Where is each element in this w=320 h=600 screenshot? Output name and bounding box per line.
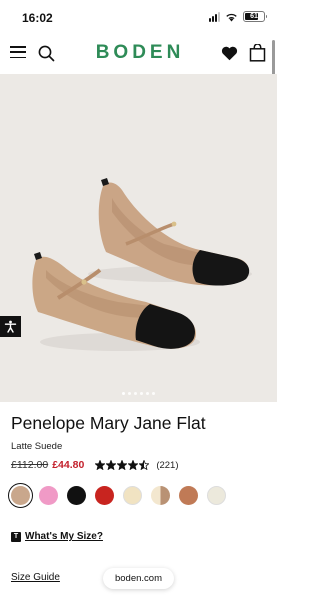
- size-guide-link[interactable]: Size Guide: [11, 572, 60, 583]
- carousel-dot[interactable]: [122, 392, 125, 395]
- carousel-dot[interactable]: [140, 392, 143, 395]
- site-header: BODEN: [0, 36, 277, 74]
- carousel-dot[interactable]: [152, 392, 155, 395]
- price-row: £112.00 £44.80 (221): [11, 459, 179, 471]
- star-icon: [117, 460, 128, 470]
- status-bar: 16:02 61: [0, 0, 277, 36]
- star-icon: [95, 460, 106, 470]
- boden-logo[interactable]: BODEN: [90, 42, 190, 64]
- accessibility-icon: [4, 320, 17, 333]
- star-icon: [106, 460, 117, 470]
- carousel-dot[interactable]: [128, 392, 131, 395]
- sale-price: £44.80: [52, 459, 85, 471]
- colour-swatch[interactable]: [39, 486, 58, 505]
- shoes-illustration: [32, 178, 252, 351]
- carousel-dots[interactable]: [0, 392, 277, 395]
- colour-swatch[interactable]: [95, 486, 114, 505]
- status-time: 16:02: [22, 11, 53, 25]
- colour-swatch[interactable]: [123, 486, 142, 505]
- browser-url-bar[interactable]: boden.com: [103, 568, 174, 589]
- star-icon: [139, 460, 150, 470]
- battery-icon: 61: [243, 11, 267, 22]
- review-count[interactable]: (221): [156, 460, 178, 471]
- menu-icon[interactable]: [10, 46, 26, 60]
- bag-icon[interactable]: [249, 44, 266, 62]
- wifi-icon: [226, 13, 237, 21]
- carousel-dot[interactable]: [146, 392, 149, 395]
- status-icons: 61: [209, 11, 267, 22]
- rating-stars[interactable]: [95, 460, 150, 470]
- colour-swatch[interactable]: [67, 486, 86, 505]
- accessibility-button[interactable]: [0, 316, 21, 337]
- product-title: Penelope Mary Jane Flat: [11, 413, 206, 433]
- battery-level: 61: [250, 13, 258, 20]
- colour-swatch[interactable]: [207, 486, 226, 505]
- search-icon[interactable]: [38, 45, 55, 62]
- product-colour: Latte Suede: [11, 441, 63, 452]
- whats-my-size-link[interactable]: T What's My Size?: [11, 531, 103, 542]
- colour-swatches: [8, 483, 226, 508]
- carousel-dot[interactable]: [134, 392, 137, 395]
- signal-icon: [209, 11, 220, 22]
- colour-swatch[interactable]: [179, 486, 198, 505]
- whats-my-size-label: What's My Size?: [25, 531, 103, 542]
- colour-swatch[interactable]: [151, 486, 170, 505]
- star-icon: [128, 460, 139, 470]
- heart-icon[interactable]: [221, 46, 238, 61]
- product-image[interactable]: [0, 74, 277, 402]
- size-tool-icon: T: [11, 531, 21, 542]
- colour-swatch[interactable]: [8, 483, 33, 508]
- original-price: £112.00: [11, 459, 49, 471]
